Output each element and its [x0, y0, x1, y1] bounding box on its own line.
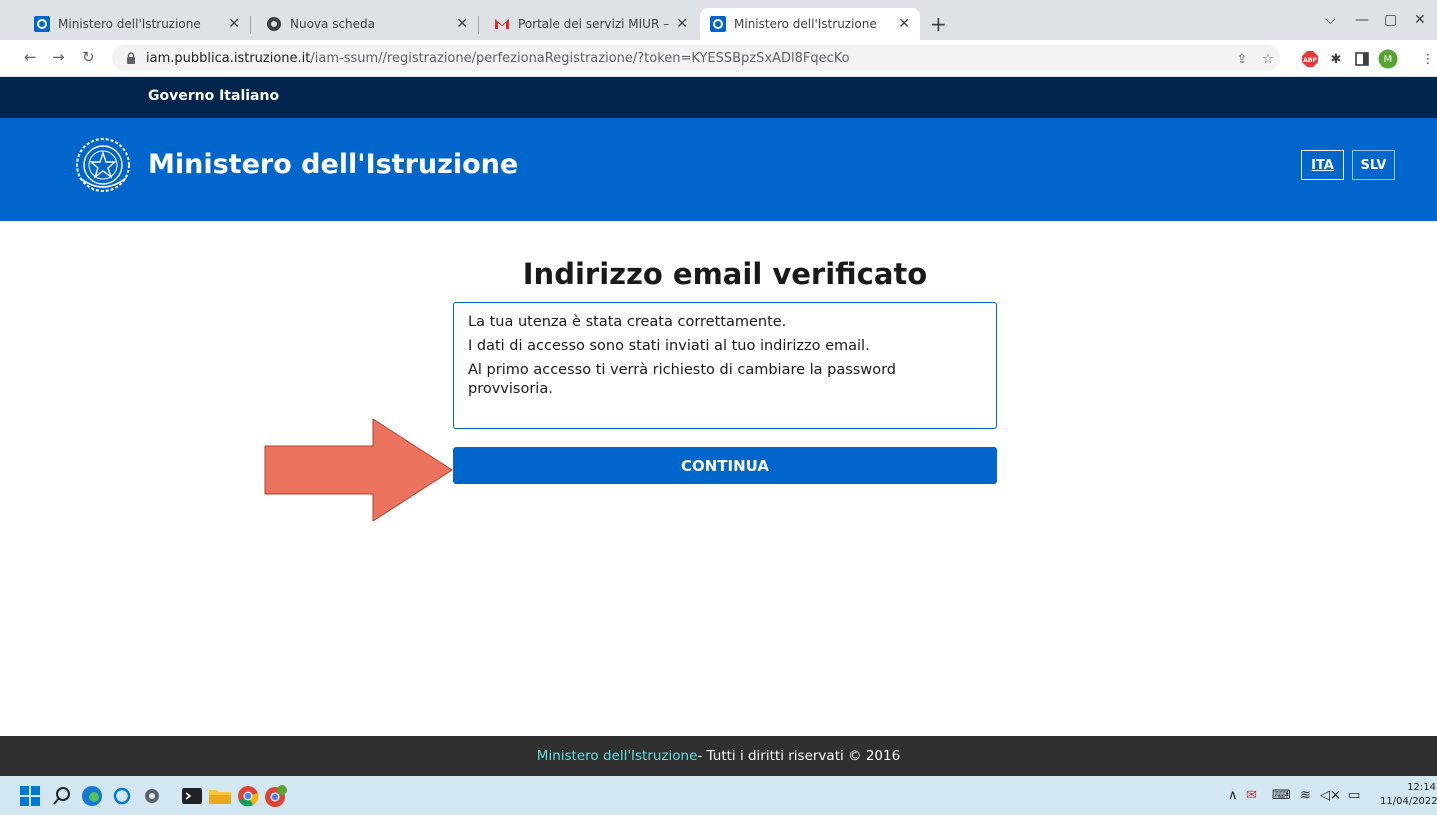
message-line: La tua utenza è stata creata correttamen… [468, 314, 787, 330]
file-explorer-icon[interactable] [208, 784, 232, 808]
url-path: /iam-ssum//registrazione/perfezionaRegis… [310, 50, 850, 66]
close-window-icon[interactable]: ✕ [1414, 12, 1426, 28]
site-title[interactable]: Ministero dell'Istruzione [148, 149, 518, 180]
cortana-icon[interactable] [110, 784, 134, 808]
ministry-favicon-icon [34, 16, 50, 32]
side-panel-icon[interactable] [1352, 49, 1372, 69]
profile-avatar[interactable]: M [1378, 49, 1398, 69]
chrome-icon[interactable] [236, 784, 260, 808]
browser-tab[interactable]: Nuova scheda ✕ [256, 8, 478, 40]
clock-date: 11/04/2022 [1380, 796, 1437, 807]
terminal-icon[interactable] [180, 784, 204, 808]
italian-emblem-icon [76, 138, 130, 192]
language-ita-button[interactable]: ITA [1301, 150, 1344, 180]
close-tab-icon[interactable]: ✕ [676, 16, 688, 32]
close-tab-icon[interactable]: ✕ [898, 16, 910, 32]
language-slv-button[interactable]: SLV [1352, 150, 1395, 180]
search-icon[interactable] [50, 784, 74, 808]
battery-icon[interactable]: ▭ [1348, 788, 1360, 803]
profile-initial: M [1383, 53, 1393, 65]
browser-tab[interactable]: Portale dei servizi MIUR – Confer ✕ [484, 8, 698, 40]
maximize-icon[interactable]: ▢ [1384, 12, 1397, 28]
show-hidden-icons[interactable]: ∧ [1228, 788, 1238, 803]
extensions-icon[interactable]: ✱ [1326, 49, 1346, 69]
windows-taskbar: ∧ ✉ ⌨ ≋ ◁× ▭ 12:14 11/04/2022 [0, 776, 1437, 815]
settings-icon[interactable] [140, 784, 164, 808]
site-header: Ministero dell'Istruzione ITA SLV [0, 118, 1437, 221]
footer-link[interactable]: Ministero dell'Istruzione [537, 748, 698, 764]
gov-label: Governo Italiano [148, 88, 280, 104]
reload-icon[interactable]: ↻ [82, 48, 95, 66]
minimize-icon[interactable]: — [1355, 12, 1369, 28]
volume-muted-icon[interactable]: ◁× [1320, 788, 1341, 803]
gov-bar: Governo Italiano [0, 77, 1437, 118]
wifi-icon[interactable]: ≋ [1300, 788, 1311, 803]
tab-separator [250, 16, 251, 34]
edge-icon[interactable] [80, 784, 104, 808]
page-title: Indirizzo email verificato [522, 257, 928, 291]
tab-separator [478, 16, 479, 34]
back-icon[interactable]: ← [24, 48, 37, 66]
tab-search-icon[interactable]: ⌵ [1325, 12, 1336, 28]
menu-icon[interactable]: ⋮ [1418, 49, 1437, 69]
message-box: La tua utenza è stata creata correttamen… [453, 302, 997, 429]
share-icon[interactable]: ⇪ [1232, 49, 1252, 69]
url-host: iam.pubblica.istruzione.it [146, 50, 311, 66]
gmail-favicon-icon [494, 16, 510, 32]
ministry-favicon-icon [710, 16, 726, 32]
keyboard-icon[interactable]: ⌨ [1272, 788, 1291, 803]
message-line: Al primo accesso ti verrà richiesto di c… [468, 362, 896, 397]
chrome-favicon-icon [266, 16, 282, 32]
site-footer: Ministero dell'Istruzione - Tutti i diri… [0, 736, 1437, 776]
close-tab-icon[interactable]: ✕ [456, 16, 468, 32]
new-tab-button[interactable]: + [930, 14, 947, 34]
bookmark-star-icon[interactable]: ☆ [1258, 49, 1278, 69]
system-clock[interactable]: 12:14 11/04/2022 [1380, 781, 1437, 809]
svg-text:ABP: ABP [1303, 57, 1317, 64]
browser-tab-strip: Ministero dell'Istruzione ✕ Nuova scheda… [0, 0, 1437, 40]
tab-title: Nuova scheda [290, 17, 376, 31]
tray-app-icon[interactable]: ✉ [1246, 788, 1257, 803]
close-tab-icon[interactable]: ✕ [228, 16, 240, 32]
browser-tab[interactable]: Ministero dell'Istruzione ✕ [24, 8, 250, 40]
browser-tab-active[interactable]: Ministero dell'Istruzione ✕ [700, 8, 920, 40]
address-bar[interactable]: iam.pubblica.istruzione.it/iam-ssum//reg… [112, 45, 1280, 71]
adblock-icon[interactable]: ABP [1300, 49, 1320, 69]
tab-title: Portale dei servizi MIUR – Confer [518, 17, 670, 31]
clock-time: 12:14 [1407, 782, 1436, 793]
start-icon[interactable] [18, 784, 42, 808]
chrome-profile-icon[interactable] [264, 784, 288, 808]
message-line: I dati di accesso sono stati inviati al … [468, 338, 870, 354]
lock-icon [127, 52, 135, 64]
tab-title: Ministero dell'Istruzione [734, 17, 877, 31]
tab-title: Ministero dell'Istruzione [58, 17, 201, 31]
footer-copyright: - Tutti i diritti riservati © 2016 [697, 748, 901, 764]
browser-toolbar: ← → ↻ iam.pubblica.istruzione.it/iam-ssu… [0, 40, 1437, 77]
pointer-arrow-annotation [264, 418, 453, 522]
forward-icon[interactable]: → [52, 48, 65, 66]
continua-button[interactable]: CONTINUA [453, 447, 997, 484]
